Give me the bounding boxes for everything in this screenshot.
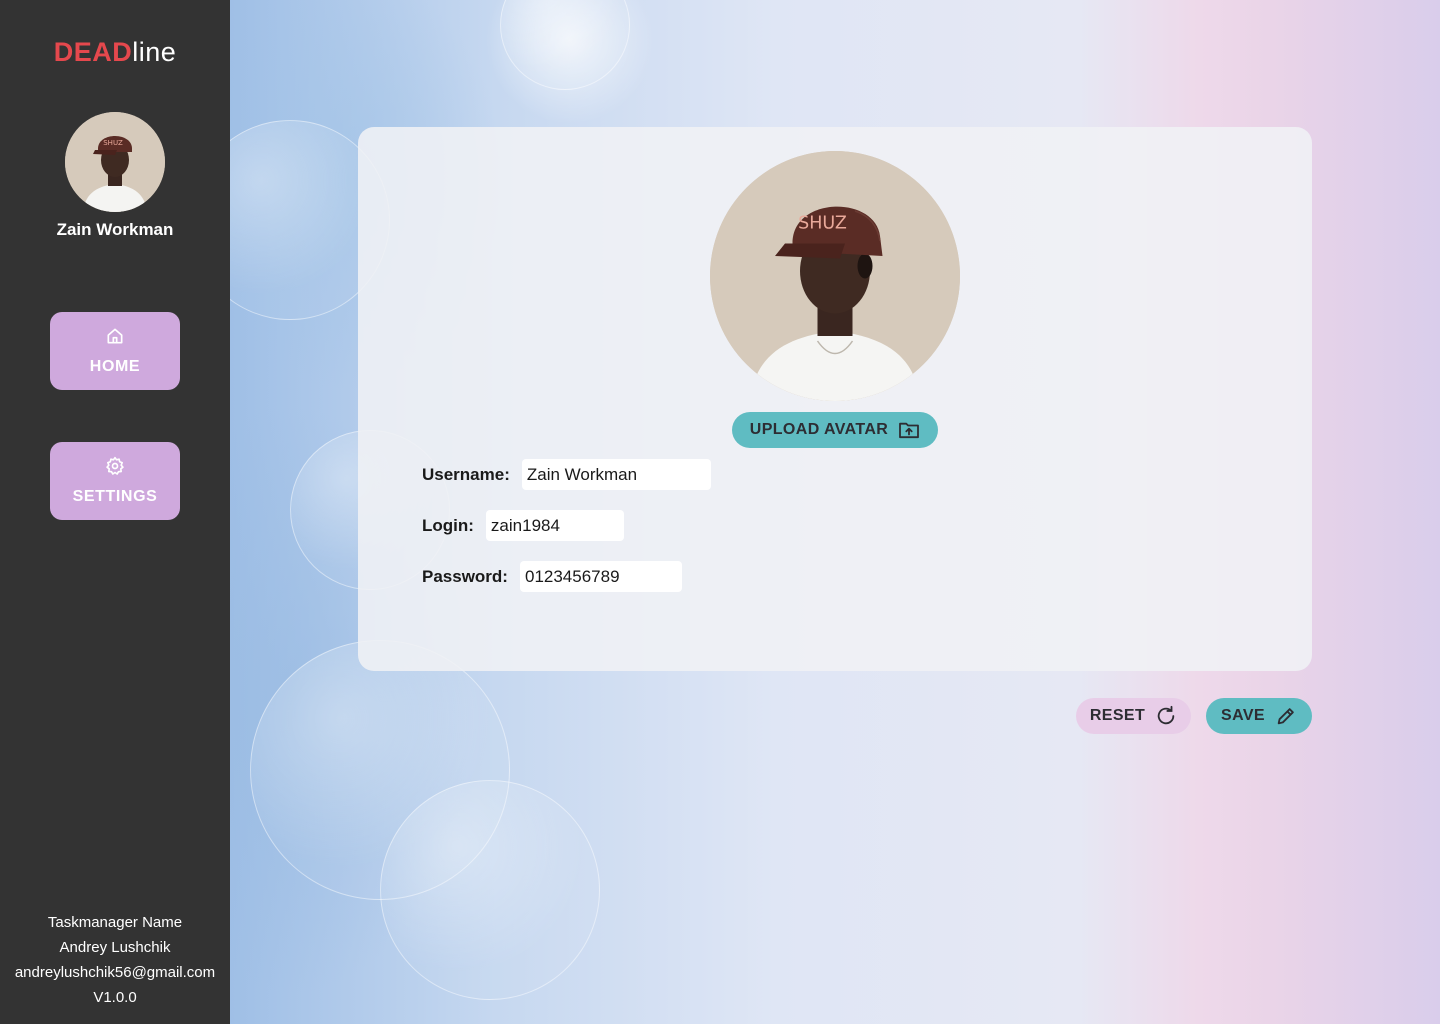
save-button[interactable]: SAVE <box>1206 698 1312 734</box>
footer-version: V1.0.0 <box>93 989 137 1006</box>
sidebar-item-label: SETTINGS <box>72 488 158 505</box>
avatar-portrait: SHUZ <box>65 112 165 212</box>
app-logo[interactable]: DEADline <box>0 36 230 68</box>
sidebar-user-name: Zain Workman <box>56 220 174 239</box>
sidebar-item-settings[interactable]: SETTINGS <box>50 442 180 520</box>
sidebar: DEADline SHUZ Zain Workman HOME SETTINGS… <box>0 0 230 1024</box>
refresh-icon <box>1157 705 1175 725</box>
gear-icon <box>106 456 124 475</box>
username-row: Username: <box>422 459 711 490</box>
password-label: Password: <box>422 566 508 586</box>
password-row: Password: <box>422 561 682 592</box>
profile-avatar: SHUZ <box>710 151 960 401</box>
reset-label: RESET <box>1089 707 1146 724</box>
profile-card: SHUZ UPLOAD AVATAR Username: Login: Pass… <box>358 127 1312 671</box>
save-label: SAVE <box>1221 707 1265 724</box>
sidebar-item-home[interactable]: HOME <box>50 312 180 390</box>
background-bubble <box>380 780 600 1000</box>
footer-author: Andrey Lushchik <box>59 939 171 956</box>
footer-app-name: Taskmanager Name <box>47 914 183 931</box>
login-row: Login: <box>422 510 624 541</box>
logo-bold-text: DEAD <box>53 37 133 67</box>
password-input[interactable] <box>519 561 682 592</box>
sidebar-footer: Taskmanager Name Andrey Lushchik andreyl… <box>0 910 230 1010</box>
background-bubble <box>500 0 630 90</box>
avatar[interactable]: SHUZ <box>65 112 165 212</box>
folder-upload-icon <box>899 422 920 439</box>
login-label: Login: <box>422 515 474 535</box>
username-input[interactable] <box>521 459 711 490</box>
logo-light-text: line <box>132 37 177 67</box>
upload-avatar-label: UPLOAD AVATAR <box>749 421 889 438</box>
home-icon <box>107 328 123 344</box>
upload-avatar-button[interactable]: UPLOAD AVATAR <box>732 412 938 448</box>
sidebar-item-label: HOME <box>89 358 141 375</box>
login-input[interactable] <box>485 510 624 541</box>
reset-button[interactable]: RESET <box>1076 698 1191 734</box>
footer-email: andreylushchik56@gmail.com <box>14 964 216 981</box>
avatar-portrait: SHUZ <box>710 151 960 401</box>
username-label: Username: <box>422 464 510 484</box>
svg-text:SHUZ: SHUZ <box>798 214 847 234</box>
svg-text:SHUZ: SHUZ <box>103 139 123 147</box>
pencil-icon <box>1277 708 1294 725</box>
